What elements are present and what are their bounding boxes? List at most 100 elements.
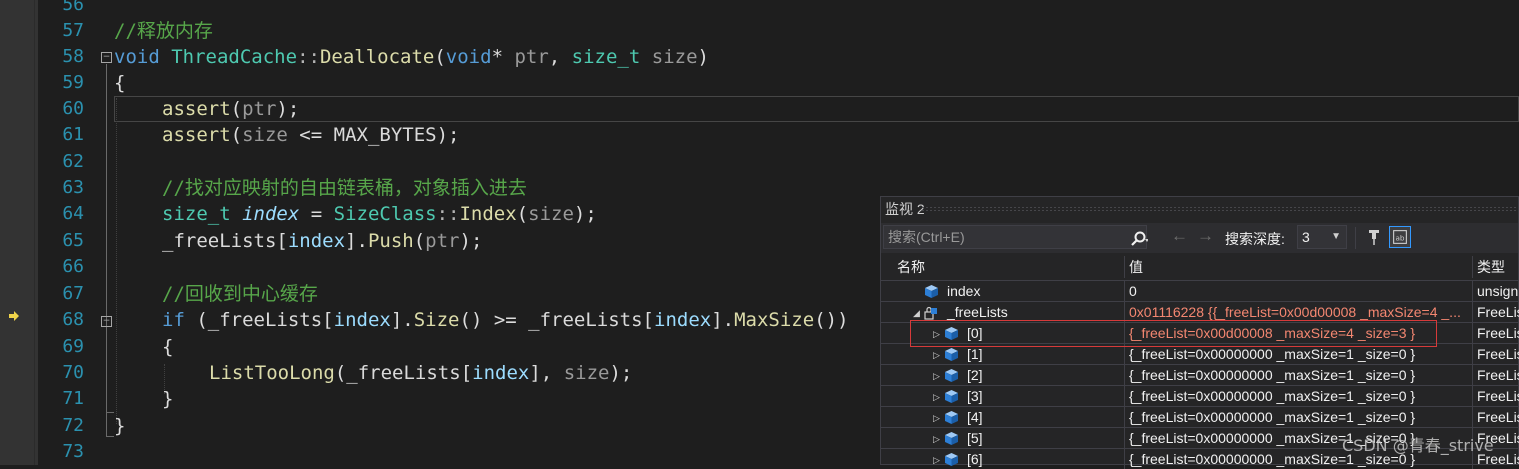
comment: //找对应映射的自由链表桶，对象插入进去 (162, 177, 527, 199)
watch-value-cell[interactable]: {_freeList=0x00000000 _maxSize=1 _size=0… (1125, 407, 1473, 427)
punct: ( (184, 309, 208, 331)
watch-row[interactable]: ▷ [2] {_freeList=0x00000000 _maxSize=1 _si… (881, 364, 1519, 385)
member: _freeLists (528, 309, 643, 331)
watch-row[interactable]: ▷ [3] {_freeList=0x00000000 _maxSize=1 _si… (881, 385, 1519, 406)
collapsed-arrow-icon[interactable]: ▷ (933, 345, 940, 364)
watch-name-cell[interactable]: ▷ [1] (893, 344, 1125, 364)
code-line-65[interactable]: _freeLists[index].Push(ptr); (162, 228, 482, 254)
code-line-71[interactable]: } (162, 386, 173, 412)
punct: [ (460, 362, 473, 384)
code-line-68[interactable]: if (_freeLists[index].Size() >= _freeLis… (162, 307, 849, 333)
type-name: size_t (571, 46, 641, 68)
watch-search-input[interactable]: 搜索(Ctrl+E) (883, 225, 1148, 249)
code-line-70[interactable]: ListTooLong(_freeLists[index], size); (209, 360, 632, 386)
punct: ( (230, 124, 243, 146)
fold-toggle-function[interactable]: − (101, 52, 112, 63)
code-line-72[interactable]: } (114, 413, 125, 439)
line-number: 59 (62, 72, 84, 93)
code-line-67[interactable]: //回收到中心缓存 (162, 281, 318, 307)
watch-name-cell[interactable]: index (893, 281, 1125, 301)
column-name-label: 名称 (897, 259, 925, 275)
watch-name-cell[interactable]: ▷ [4] (893, 407, 1125, 427)
member: _freeLists (346, 362, 461, 384)
function-name: assert (162, 98, 231, 120)
search-back-icon[interactable]: ← (1171, 227, 1188, 245)
punct: ( (230, 98, 243, 120)
annotation-highlight-box (910, 320, 1437, 347)
watch-toolbar: 搜索(Ctrl+E) ← → 搜索深度: 3 ▼ ab (881, 223, 1518, 253)
watch-value-cell[interactable]: {_freeList=0x00000000 _maxSize=1 _size=0… (1125, 365, 1473, 385)
local-variable: index (242, 203, 300, 225)
fold-toggle-if[interactable]: − (101, 316, 112, 327)
watch-row[interactable]: ▷ [4] {_freeList=0x00000000 _maxSize=1 _si… (881, 406, 1519, 427)
code-line-64[interactable]: size_t index = SizeClass::Index(size); (162, 201, 597, 227)
watch-name-cell[interactable]: ▷ [6] (893, 449, 1125, 469)
watch-window[interactable]: 监视 2 搜索(Ctrl+E) ← → 搜索深度: 3 ▼ ab 名称 值 类型… (880, 196, 1519, 469)
collapsed-arrow-icon[interactable]: ▷ (933, 429, 940, 448)
brace: { (114, 72, 126, 94)
param: ptr (514, 46, 549, 68)
search-depth-label: 搜索深度: (1225, 231, 1285, 247)
line-number: 69 (62, 336, 84, 357)
code-line-69[interactable]: { (162, 334, 173, 360)
collapsed-arrow-icon[interactable]: ▷ (933, 450, 940, 469)
line-number: 66 (62, 256, 84, 277)
code-line-59[interactable]: { (114, 70, 125, 96)
local-variable: index (654, 309, 712, 331)
fold-guide-if-end (106, 412, 114, 413)
class-name: SizeClass (333, 203, 437, 225)
watch-value: {_freeList=0x00000000 _maxSize=1 _size=0… (1129, 346, 1416, 362)
column-type[interactable]: 类型 (1473, 256, 1519, 278)
watch-row[interactable]: ◢ _freeLists 0x01116228 {{_freeList=0x00d0… (881, 301, 1519, 322)
variable-cube-icon (945, 411, 958, 424)
watch-value-cell[interactable]: 0 (1125, 281, 1473, 301)
watch-row[interactable]: index 0 unsign (881, 280, 1518, 301)
column-value[interactable]: 值 (1125, 256, 1473, 278)
column-name[interactable]: 名称 (893, 256, 1125, 278)
watch-name: [1] (967, 346, 983, 362)
punct: ] (345, 230, 357, 252)
watch-name: [4] (967, 409, 983, 425)
punct: ], (529, 362, 553, 384)
variable-cube-icon (945, 369, 958, 382)
code-line-63[interactable]: //找对应映射的自由链表桶，对象插入进去 (162, 175, 527, 201)
watch-type: FreeLis (1477, 325, 1519, 341)
watch-value-cell[interactable]: 0x01116228 {{_freeList=0x00d00008 _maxSi… (1125, 302, 1473, 322)
watch-name-cell[interactable]: ◢ _freeLists (893, 302, 1125, 322)
search-depth-select[interactable]: 3 ▼ (1297, 225, 1347, 249)
pin-icon[interactable] (1363, 226, 1385, 248)
variable-cube-icon (945, 390, 958, 403)
code-line-57[interactable]: //释放内存 (114, 18, 213, 44)
watch-value: {_freeList=0x00000000 _maxSize=1 _size=0… (1129, 367, 1416, 383)
watch-name: [5] (967, 430, 983, 446)
line-number: 64 (62, 203, 84, 224)
watch-value-cell[interactable]: {_freeList=0x00000000 _maxSize=1 _size=0… (1125, 386, 1473, 406)
code-line-60[interactable]: assert(ptr); (162, 96, 299, 122)
code-line-61[interactable]: assert(size <= MAX_BYTES); (162, 122, 459, 148)
execution-pointer-icon (9, 311, 19, 321)
collapsed-arrow-icon[interactable]: ▷ (933, 387, 940, 406)
watch-name-cell[interactable]: ▷ [2] (893, 365, 1125, 385)
watch-title-bar[interactable]: 监视 2 (881, 197, 1518, 221)
collapsed-arrow-icon[interactable]: ▷ (933, 408, 940, 427)
function-name: Size (413, 309, 460, 331)
line-number: 61 (62, 124, 84, 145)
local-variable: index (472, 362, 530, 384)
indicator-margin[interactable] (0, 0, 38, 465)
watch-name-cell[interactable]: ▷ [3] (893, 386, 1125, 406)
watch-type: FreeLis (1477, 388, 1519, 404)
watch-value-cell[interactable]: {_freeList=0x00000000 _maxSize=1 _size=0… (1125, 344, 1473, 364)
search-forward-icon[interactable]: → (1197, 227, 1214, 245)
watermark: CSDN @青春_strive (1342, 436, 1494, 455)
punct: ( (413, 230, 426, 252)
punct: , (548, 46, 572, 68)
watch-name-cell[interactable]: ▷ [5] (893, 428, 1125, 448)
hex-display-icon[interactable]: ab (1389, 226, 1411, 248)
punct: ( (434, 46, 446, 68)
collapsed-arrow-icon[interactable]: ▷ (933, 366, 940, 385)
code-line-58[interactable]: void ThreadCache::Deallocate(void* ptr, … (114, 44, 709, 70)
search-icon[interactable] (1130, 230, 1148, 248)
watch-type-cell: FreeLis (1473, 323, 1519, 343)
